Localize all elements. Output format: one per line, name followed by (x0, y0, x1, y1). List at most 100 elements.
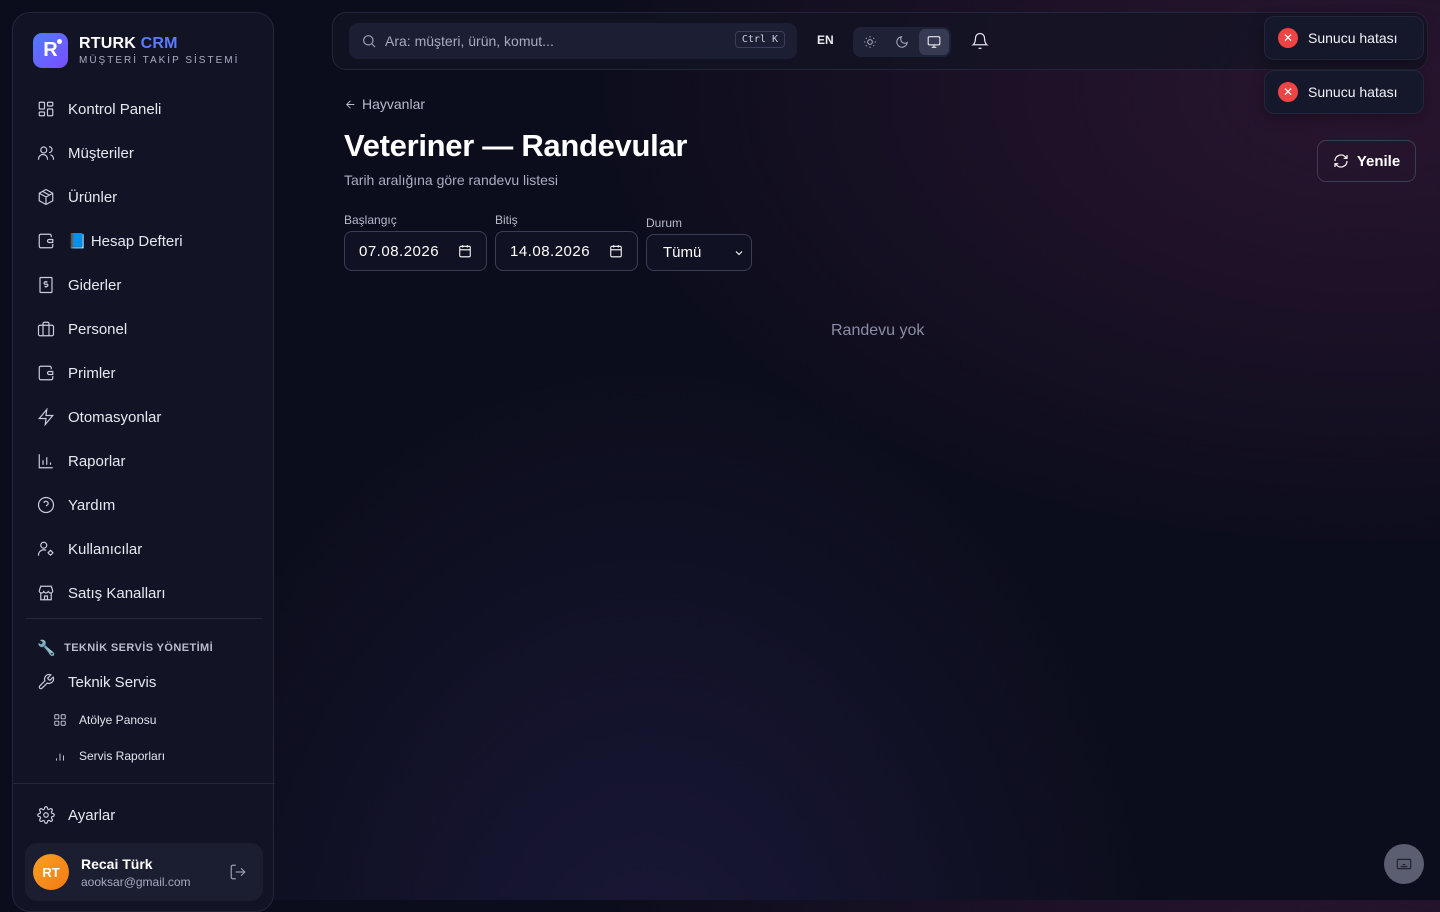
sidebar-item-label: Raporlar (68, 452, 126, 470)
gear-icon (37, 806, 55, 824)
back-link[interactable]: Hayvanlar (344, 96, 425, 112)
start-date-label: Başlangıç (344, 213, 397, 227)
sidebar-item-yardim[interactable]: Yardım (25, 483, 263, 527)
sidebar-item-primler[interactable]: Primler (25, 351, 263, 395)
theme-system-button[interactable] (919, 29, 949, 55)
end-date-input[interactable]: 14.08.2026 (495, 231, 638, 271)
sidebar-item-musteriler[interactable]: Müşteriler (25, 131, 263, 175)
sidebar-item-label: Otomasyonlar (68, 408, 162, 426)
sidebar-item-label: Personel (68, 320, 128, 338)
theme-light-button[interactable] (855, 29, 885, 55)
moon-icon (896, 36, 908, 48)
search-placeholder: Ara: müşteri, ürün, komut... (385, 33, 554, 49)
shortcut-hint: Ctrl K (734, 31, 785, 48)
monitor-icon (927, 36, 941, 48)
status-value: Tümü (663, 244, 702, 261)
error-toast[interactable]: ✕ Sunucu hatası (1264, 70, 1424, 114)
calendar-icon[interactable] (458, 244, 472, 262)
sidebar-item-label: 📘 Hesap Defteri (68, 233, 183, 250)
wallet-icon (38, 365, 54, 381)
sidebar-item-label: Ürünler (68, 188, 118, 206)
status-label: Durum (646, 216, 683, 230)
sidebar-item-kontrol-paneli[interactable]: Kontrol Paneli (25, 87, 263, 131)
sidebar-item-label: Yardım (68, 496, 116, 514)
language-toggle[interactable]: EN (817, 33, 834, 47)
sidebar-item-urunler[interactable]: Ürünler (25, 175, 263, 219)
grid-icon (54, 714, 66, 726)
bell-icon (971, 32, 989, 50)
sidebar-item-label: Kontrol Paneli (68, 100, 162, 118)
wrench-icon (38, 673, 55, 690)
sidebar-item-personel[interactable]: Personel (25, 307, 263, 351)
sun-icon (864, 36, 876, 48)
help-icon (37, 496, 55, 514)
refresh-icon (1334, 154, 1348, 168)
notifications-button[interactable] (971, 32, 989, 55)
sidebar-item-giderler[interactable]: Giderler (25, 263, 263, 307)
sidebar-item-label: Ayarlar (68, 806, 116, 824)
sidebar-divider (25, 618, 263, 619)
sidebar-item-hesap-defteri[interactable]: 📘 Hesap Defteri (25, 219, 263, 263)
sidebar-item-label: Kullanıcılar (68, 540, 143, 558)
refresh-button[interactable]: Yenile (1317, 140, 1416, 182)
error-icon: ✕ (1278, 82, 1298, 102)
start-date-input[interactable]: 07.08.2026 (344, 231, 487, 271)
brand[interactable]: R RTURK CRM MÜŞTERİ TAKİP SİSTEMİ (33, 33, 239, 68)
bar-chart-icon (38, 454, 53, 469)
bar-chart-icon (56, 753, 64, 761)
calendar-icon[interactable] (609, 244, 623, 262)
wallet-icon (38, 233, 54, 249)
sidebar-subitem-servis-raporlari[interactable]: Servis Raporları (53, 742, 165, 770)
end-date-label: Bitiş (495, 213, 518, 227)
theme-switcher (853, 27, 951, 57)
sidebar-nav: Kontrol Paneli Müşteriler Ürünler 📘 Hesa… (25, 87, 263, 615)
status-select[interactable]: Tümü (646, 234, 752, 271)
user-name: Recai Türk (81, 855, 153, 872)
error-icon: ✕ (1278, 28, 1298, 48)
logout-button[interactable] (229, 863, 247, 881)
store-icon (38, 585, 54, 601)
sidebar-item-teknik-servis[interactable]: Teknik Servis (25, 660, 263, 704)
sidebar-item-satis-kanallari[interactable]: Satış Kanalları (25, 571, 263, 615)
toast-message: Sunucu hatası (1308, 84, 1398, 100)
user-email: aooksar@gmail.com (81, 874, 191, 889)
empty-state: Randevu yok (831, 322, 925, 339)
user-card[interactable]: RT Recai Türk aooksar@gmail.com (25, 843, 263, 901)
brand-subtitle: MÜŞTERİ TAKİP SİSTEMİ (79, 55, 240, 66)
start-date-value: 07.08.2026 (359, 242, 440, 260)
page-subtitle: Tarih aralığına göre randevu listesi (344, 172, 559, 188)
sidebar-item-otomasyonlar[interactable]: Otomasyonlar (25, 395, 263, 439)
brand-name: RTURK CRM (79, 35, 178, 52)
error-toast[interactable]: ✕ Sunucu hatası (1264, 16, 1424, 60)
end-date-value: 14.08.2026 (510, 242, 591, 260)
user-cog-icon (37, 541, 54, 556)
search-icon (363, 35, 376, 48)
receipt-icon (39, 276, 53, 294)
sidebar-item-label: Müşteriler (68, 144, 134, 162)
arrow-left-icon (346, 99, 355, 109)
sidebar: R RTURK CRM MÜŞTERİ TAKİP SİSTEMİ Kontro… (12, 12, 275, 912)
sidebar-subitem-atolye-panosu[interactable]: Atölye Panosu (53, 706, 156, 734)
sidebar-item-ayarlar[interactable]: Ayarlar (25, 793, 263, 837)
sidebar-item-kullanicilar[interactable]: Kullanıcılar (25, 527, 263, 571)
logo: R (33, 33, 68, 68)
keyboard-icon (1396, 858, 1412, 870)
briefcase-icon (37, 321, 55, 337)
sidebar-item-raporlar[interactable]: Raporlar (25, 439, 263, 483)
avatar: RT (33, 854, 69, 890)
zap-icon (37, 408, 55, 426)
sidebar-item-label: Teknik Servis (68, 673, 157, 691)
theme-dark-button[interactable] (887, 29, 917, 55)
sidebar-item-label: Satış Kanalları (68, 584, 166, 602)
page-title: Veteriner — Randevular (344, 128, 688, 163)
users-icon (37, 146, 55, 160)
logo-letter: R (43, 39, 58, 61)
search-input[interactable]: Ara: müşteri, ürün, komut... Ctrl K (349, 23, 797, 59)
sidebar-divider (13, 783, 275, 784)
chevron-down-icon (733, 246, 745, 263)
keyboard-shortcuts-button[interactable] (1384, 844, 1424, 884)
wrench-icon: 🔧 (37, 640, 57, 657)
sidebar-item-label: Giderler (68, 276, 122, 294)
package-icon (38, 188, 54, 206)
section-label-teknik-servis: 🔧 TEKNİK SERVİS YÖNETİMİ (37, 640, 214, 657)
